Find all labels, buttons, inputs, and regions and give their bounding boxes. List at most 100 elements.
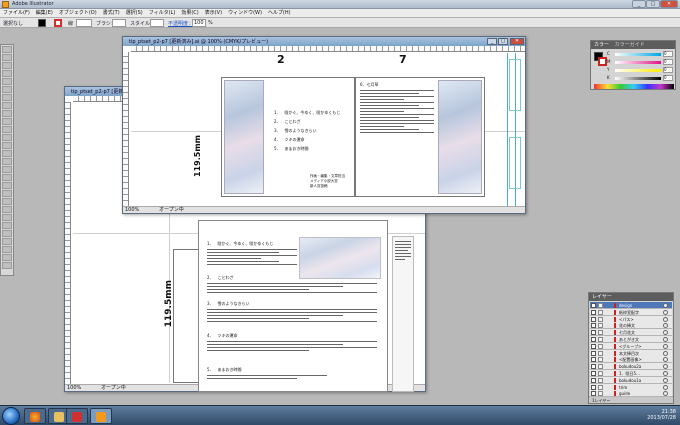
stroke-swatch[interactable] (54, 19, 62, 27)
front-maximize-button[interactable]: □ (498, 38, 508, 45)
tool-button[interactable] (2, 78, 12, 85)
lock-toggle[interactable] (598, 391, 603, 397)
brush-dropdown[interactable] (112, 19, 126, 27)
tool-button[interactable] (2, 214, 12, 221)
lock-toggle[interactable] (598, 330, 603, 336)
tool-button[interactable] (2, 230, 12, 237)
magenta-slider[interactable]: M 0 (607, 59, 673, 65)
target-icon[interactable] (663, 377, 668, 383)
lock-toggle[interactable] (598, 303, 603, 308)
menu-item[interactable]: オブジェクト(O) (56, 9, 100, 18)
tool-button[interactable] (2, 254, 12, 261)
target-icon[interactable] (663, 309, 668, 315)
opacity-field[interactable]: 100 (192, 19, 206, 27)
target-icon[interactable] (663, 384, 668, 390)
visibility-eye-icon[interactable] (591, 371, 596, 376)
menu-item[interactable]: 編集(E) (33, 9, 56, 18)
lock-toggle[interactable] (598, 357, 603, 363)
tool-button[interactable] (2, 190, 12, 197)
tool-button[interactable] (2, 94, 12, 101)
menu-item[interactable]: 効果(C) (178, 9, 201, 18)
front-artboard-area[interactable]: 2 7 119.5mm 1． 咲かぐ、今ゆく、咲かゆくもじ 2． ことわざ 3．… (131, 53, 525, 206)
start-button[interactable] (2, 407, 20, 425)
layer-row[interactable]: guide (590, 390, 672, 398)
visibility-eye-icon[interactable] (591, 391, 596, 397)
front-close-button[interactable]: ✕ (510, 38, 524, 45)
target-icon[interactable] (663, 350, 668, 356)
yellow-slider[interactable]: Y 0 (607, 67, 673, 73)
fill-swatch[interactable] (38, 19, 46, 27)
visibility-eye-icon[interactable] (591, 377, 596, 383)
menu-item[interactable]: 表示(V) (202, 9, 225, 18)
tool-button[interactable] (2, 70, 12, 77)
target-icon[interactable] (663, 391, 668, 397)
color-guide-tab[interactable]: カラーガイド (615, 42, 645, 48)
color-spectrum-bar[interactable] (594, 84, 674, 89)
color-panel-title[interactable]: カラー カラーガイド (591, 41, 675, 49)
tool-button[interactable] (2, 262, 12, 269)
tool-button[interactable] (2, 110, 12, 117)
target-icon[interactable] (663, 337, 668, 342)
lock-toggle[interactable] (598, 316, 603, 322)
menu-item[interactable]: フィルタ(L) (146, 9, 179, 18)
stroke-color-swatch[interactable] (598, 57, 607, 66)
target-icon[interactable] (663, 323, 668, 329)
tool-button[interactable] (2, 238, 12, 245)
target-icon[interactable] (663, 316, 668, 322)
tool-button[interactable] (2, 54, 12, 61)
tool-button[interactable] (2, 102, 12, 109)
visibility-eye-icon[interactable] (591, 337, 596, 342)
target-icon[interactable] (663, 343, 668, 349)
cyan-slider[interactable]: C 0 (607, 51, 673, 57)
menu-item[interactable]: 選択(S) (123, 9, 146, 18)
layers-panel-title[interactable]: レイヤー (589, 293, 673, 301)
lock-toggle[interactable] (598, 377, 603, 383)
target-icon[interactable] (663, 371, 668, 376)
lock-toggle[interactable] (598, 350, 603, 356)
black-slider[interactable]: K 0 (607, 75, 673, 81)
visibility-eye-icon[interactable] (591, 384, 596, 390)
tool-button[interactable] (2, 86, 12, 93)
taskbar-item-illustrator[interactable] (90, 408, 112, 424)
visibility-eye-icon[interactable] (591, 330, 596, 336)
lock-toggle[interactable] (598, 323, 603, 329)
tool-button[interactable] (2, 198, 12, 205)
opacity-link[interactable]: 不透明度： (168, 20, 193, 27)
lock-toggle[interactable] (598, 364, 603, 370)
menu-item[interactable]: ヘルプ(H) (265, 9, 294, 18)
style-dropdown[interactable] (150, 19, 164, 27)
target-icon[interactable] (663, 330, 668, 336)
tool-button[interactable] (2, 150, 12, 157)
lock-toggle[interactable] (598, 384, 603, 390)
tool-button[interactable] (2, 118, 12, 125)
tool-button[interactable] (2, 206, 12, 213)
tool-button[interactable] (2, 182, 12, 189)
visibility-eye-icon[interactable] (591, 303, 596, 308)
minimize-button[interactable]: _ (632, 0, 646, 8)
tool-button[interactable] (2, 46, 12, 53)
tool-button[interactable] (2, 126, 12, 133)
tool-button[interactable] (2, 166, 12, 173)
tool-button[interactable] (2, 174, 12, 181)
target-icon[interactable] (663, 357, 668, 363)
tool-button[interactable] (2, 62, 12, 69)
tool-button[interactable] (2, 158, 12, 165)
visibility-eye-icon[interactable] (591, 323, 596, 329)
lock-toggle[interactable] (598, 337, 603, 342)
visibility-eye-icon[interactable] (591, 357, 596, 363)
menu-item[interactable]: ファイル(F) (0, 9, 33, 18)
back-zoom-level[interactable]: 100% (67, 385, 81, 391)
stroke-weight-field[interactable] (76, 19, 92, 27)
lock-toggle[interactable] (598, 343, 603, 349)
tool-button[interactable] (2, 134, 12, 141)
tool-button[interactable] (2, 246, 12, 253)
visibility-eye-icon[interactable] (591, 343, 596, 349)
close-button[interactable]: ✕ (660, 0, 678, 8)
lock-toggle[interactable] (598, 309, 603, 315)
visibility-eye-icon[interactable] (591, 350, 596, 356)
front-window-titlebar[interactable]: tip_ptset_p2-p7 [更新済み].ai @ 100% (CMYK/プ… (123, 37, 525, 46)
front-zoom-level[interactable]: 100% (125, 207, 139, 213)
visibility-eye-icon[interactable] (591, 309, 596, 315)
target-icon[interactable] (663, 303, 668, 308)
visibility-eye-icon[interactable] (591, 364, 596, 370)
